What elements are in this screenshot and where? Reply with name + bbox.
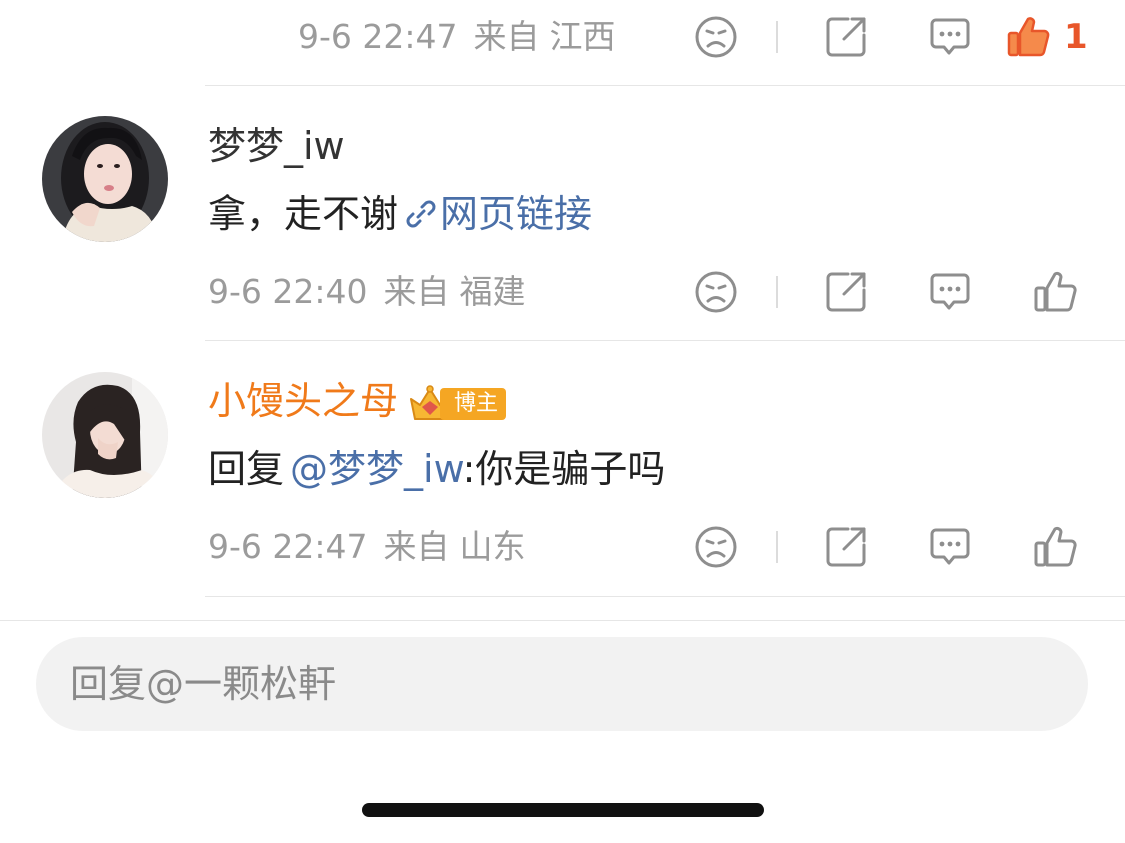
share-icon — [826, 17, 866, 57]
comment-divider — [205, 340, 1125, 341]
sad-face-icon — [695, 16, 737, 58]
reply-button[interactable] — [928, 525, 972, 569]
comment-divider — [205, 596, 1125, 597]
like-button-active[interactable] — [1006, 15, 1050, 59]
avatar[interactable] — [42, 116, 168, 242]
action-separator — [776, 276, 778, 308]
comment-divider — [205, 85, 1125, 86]
sad-face-icon — [695, 271, 737, 313]
share-button[interactable] — [824, 15, 868, 59]
comment-actions: 1 — [0, 15, 1125, 59]
thumbs-up-icon — [1007, 17, 1050, 57]
comment-bubble-icon — [930, 528, 970, 565]
reply-input[interactable]: 回复@一颗松軒 — [36, 637, 1088, 731]
comment-body: :你是骗子吗 — [462, 447, 666, 491]
comment-text: 拿，走不谢 网页链接 — [208, 190, 592, 242]
sad-face-icon — [695, 526, 737, 568]
comment-thread-screen: 9-6 22:47 来自 江西 1 梦梦_iw 拿，走不谢 网页链接 9-6 2… — [0, 0, 1125, 843]
dislike-button[interactable] — [694, 525, 738, 569]
badge-label: 博主 — [440, 387, 507, 420]
reply-prefix: 回复 — [208, 447, 285, 491]
comment-username[interactable]: 梦梦_iw — [208, 122, 345, 170]
reply-button[interactable] — [928, 270, 972, 314]
comment-bubble-icon — [930, 18, 970, 55]
thumbs-up-icon — [1034, 271, 1077, 312]
like-count: 1 — [1064, 17, 1088, 57]
share-icon — [826, 272, 866, 312]
comment-bubble-icon — [930, 273, 970, 310]
like-button[interactable] — [1033, 525, 1077, 569]
mention-link[interactable]: @梦梦_iw — [290, 447, 463, 491]
comment-actions — [0, 525, 1125, 569]
avatar-image — [42, 372, 168, 498]
comment-actions — [0, 270, 1125, 314]
reply-button[interactable] — [928, 15, 972, 59]
input-area-divider — [0, 620, 1125, 621]
link-icon — [404, 194, 438, 242]
thumbs-up-icon — [1034, 526, 1077, 567]
share-button[interactable] — [824, 525, 868, 569]
dislike-button[interactable] — [694, 15, 738, 59]
share-button[interactable] — [824, 270, 868, 314]
share-icon — [826, 527, 866, 567]
reply-input-placeholder: 回复@一颗松軒 — [70, 662, 337, 706]
home-indicator[interactable] — [362, 803, 764, 817]
comment-text: 回复 @梦梦_iw:你是骗子吗 — [208, 445, 665, 493]
comment-body: 拿，走不谢 — [208, 192, 399, 236]
blogger-badge: 博主 — [408, 384, 507, 423]
like-button[interactable] — [1033, 270, 1077, 314]
avatar-image — [42, 116, 168, 242]
username-text: 小馒头之母 — [208, 379, 399, 423]
action-separator — [776, 21, 778, 53]
web-link[interactable]: 网页链接 — [440, 192, 592, 236]
action-separator — [776, 531, 778, 563]
comment-username[interactable]: 小馒头之母 博主 — [208, 377, 507, 425]
dislike-button[interactable] — [694, 270, 738, 314]
avatar[interactable] — [42, 372, 168, 498]
